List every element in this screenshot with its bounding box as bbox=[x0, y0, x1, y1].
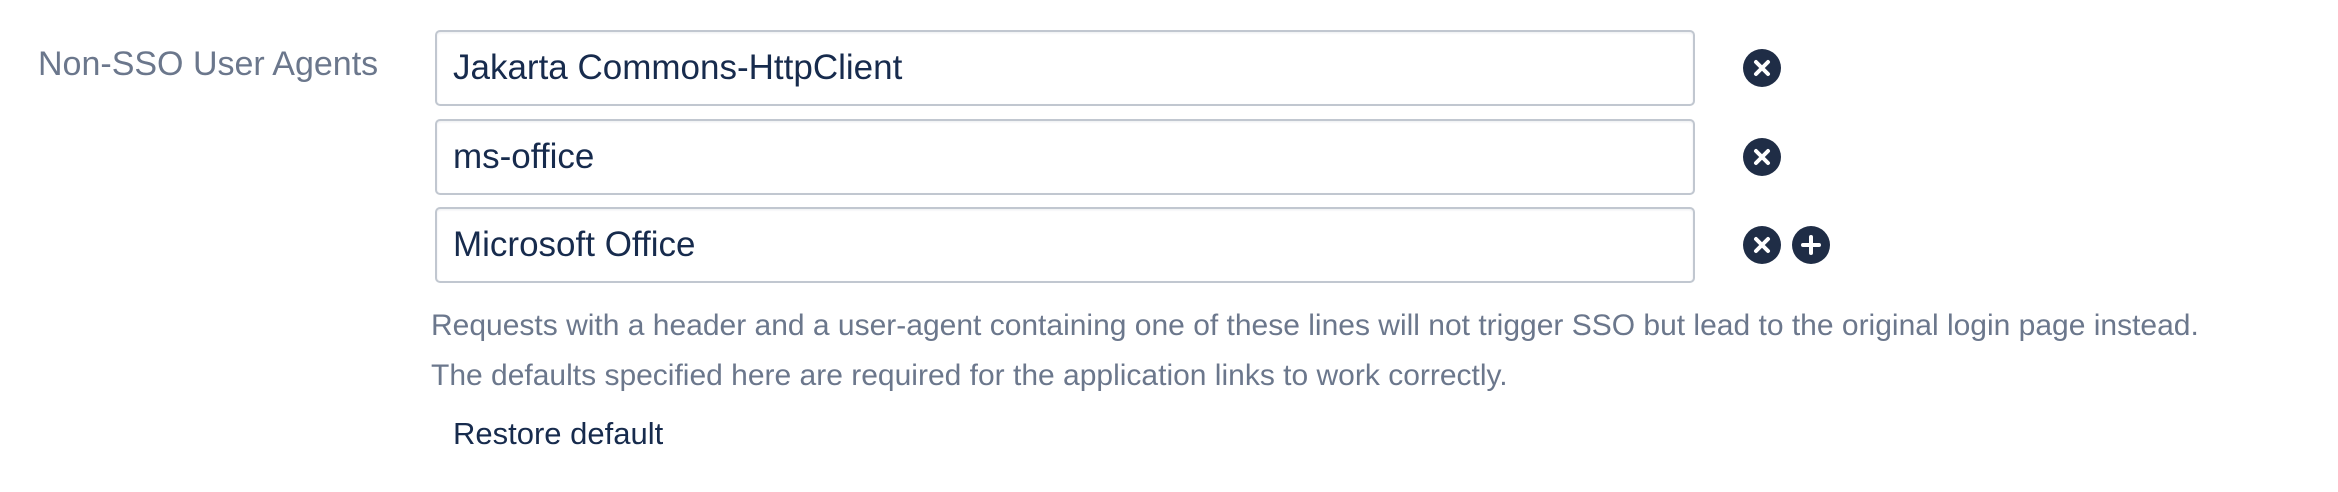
help-text-line-1: Requests with a header and a user-agent … bbox=[431, 309, 2199, 342]
help-text-line-2: The defaults specified here are required… bbox=[431, 359, 1508, 392]
agent-row bbox=[435, 30, 1835, 106]
agent-input-3[interactable] bbox=[435, 207, 1695, 283]
agent-input-1[interactable] bbox=[435, 30, 1695, 106]
add-agent-icon[interactable] bbox=[1792, 226, 1830, 264]
non-sso-user-agents-field: Non-SSO User Agents Requests with a head… bbox=[0, 0, 2338, 492]
remove-agent-icon[interactable] bbox=[1743, 49, 1781, 87]
field-label: Non-SSO User Agents bbox=[38, 45, 379, 83]
agent-row bbox=[435, 119, 1835, 195]
remove-agent-icon[interactable] bbox=[1743, 138, 1781, 176]
remove-agent-icon[interactable] bbox=[1743, 226, 1781, 264]
agent-row bbox=[435, 207, 1835, 283]
agent-input-2[interactable] bbox=[435, 119, 1695, 195]
restore-default-link[interactable]: Restore default bbox=[453, 414, 663, 454]
